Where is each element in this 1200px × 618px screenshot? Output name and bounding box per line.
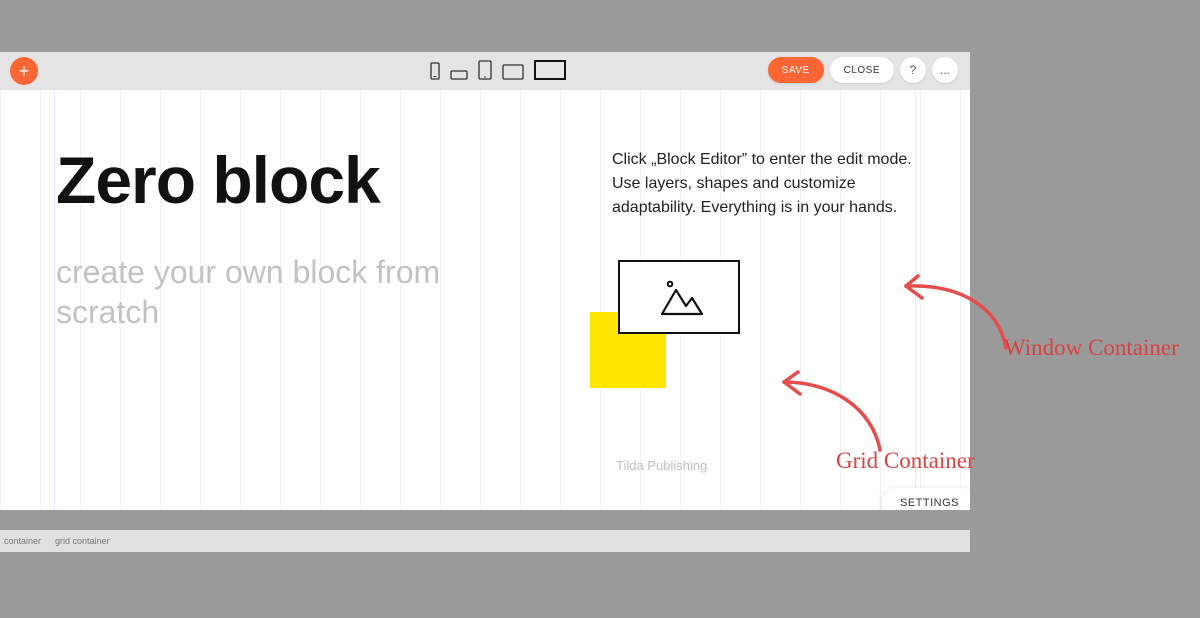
add-block-button[interactable]: + (10, 57, 38, 85)
container-tabs: container grid container (0, 530, 970, 552)
annotation-label-window: Window Container (1004, 335, 1179, 361)
device-tablet-landscape-icon[interactable] (502, 64, 524, 80)
headline-text[interactable]: Zero block (56, 142, 380, 218)
editor-toolbar: + SAVE CLOSE ? ... (0, 52, 970, 90)
settings-button[interactable]: SETTINGS (882, 488, 970, 510)
device-mobile-landscape-icon[interactable] (450, 70, 468, 80)
image-placeholder-icon (658, 276, 704, 318)
body-text[interactable]: Click „Block Editor” to enter the edit m… (612, 148, 922, 220)
device-tablet-portrait-icon[interactable] (478, 60, 492, 80)
device-desktop-icon[interactable] (534, 60, 566, 80)
toolbar-actions: SAVE CLOSE ? ... (768, 57, 958, 83)
help-button[interactable]: ? (900, 57, 926, 83)
image-placeholder-group[interactable] (590, 260, 750, 380)
annotation-arrow-grid (770, 368, 900, 458)
annotation-label-grid: Grid Container (836, 448, 975, 474)
subheadline-text[interactable]: create your own block from scratch (56, 252, 476, 332)
question-icon: ? (910, 63, 917, 77)
device-mobile-portrait-icon[interactable] (430, 62, 440, 80)
plus-icon: + (19, 62, 30, 80)
ellipsis-icon: ... (940, 63, 950, 77)
more-button[interactable]: ... (932, 57, 958, 83)
save-button[interactable]: SAVE (768, 57, 824, 83)
tab-container[interactable]: container (4, 536, 41, 546)
image-frame[interactable] (618, 260, 740, 334)
device-switcher (430, 60, 566, 80)
caption-text[interactable]: Tilda Publishing (616, 458, 707, 473)
close-button[interactable]: CLOSE (830, 57, 894, 83)
tab-grid-container[interactable]: grid container (55, 536, 110, 546)
